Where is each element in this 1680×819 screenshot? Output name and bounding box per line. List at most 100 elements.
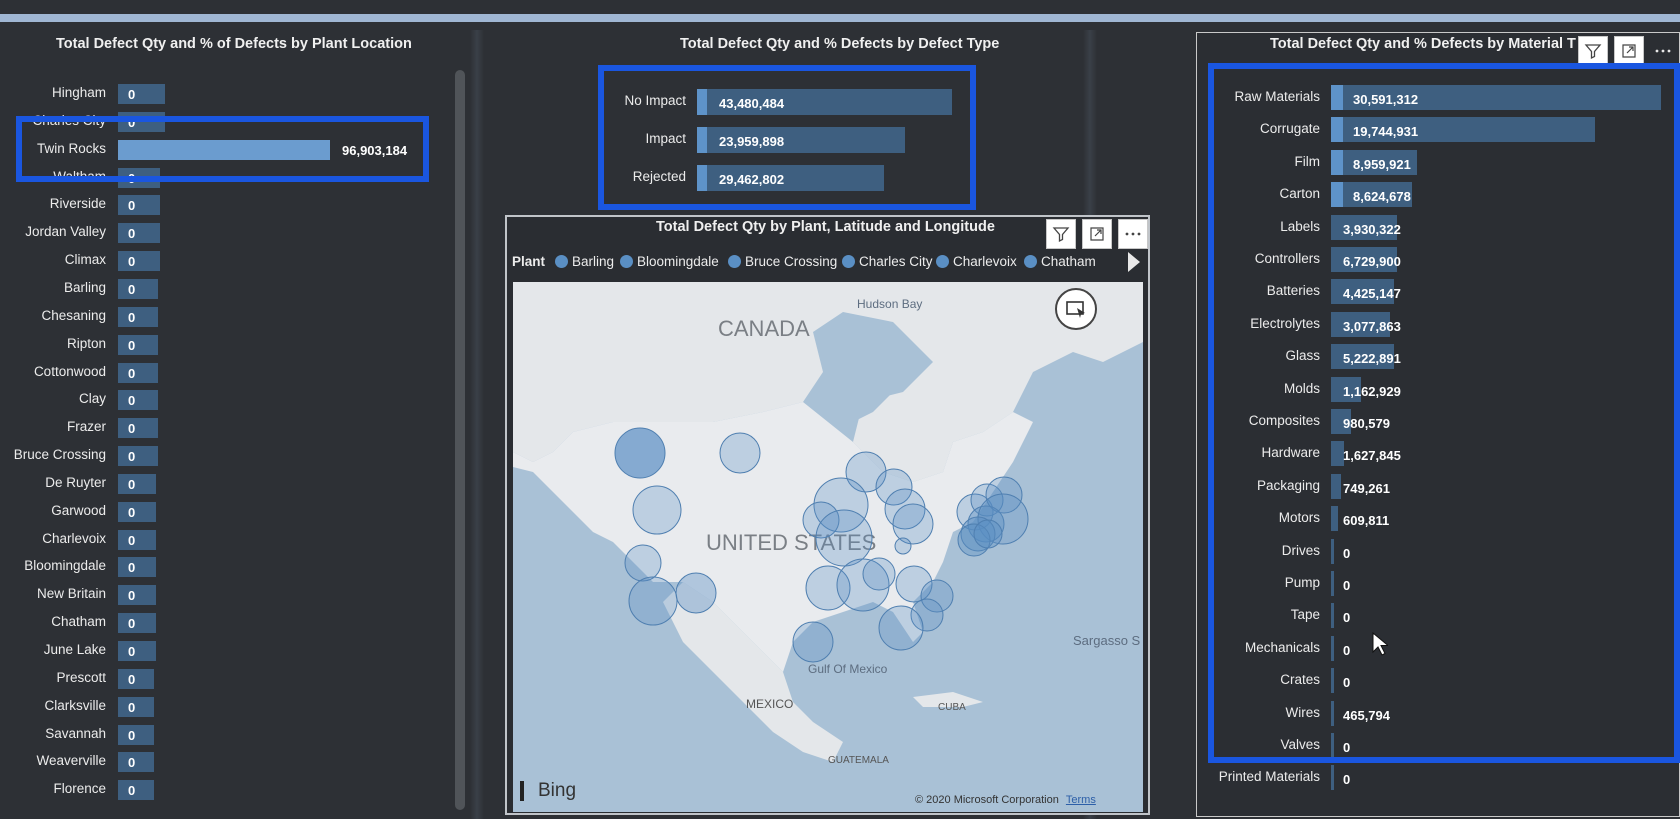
plant-row-label: Garwood	[51, 502, 106, 518]
plant-bar[interactable]	[118, 780, 155, 801]
plant-bar-value: 0	[128, 783, 136, 799]
plant-bar[interactable]	[118, 390, 159, 411]
plant-row-label: Hingham	[51, 85, 106, 100]
plant-bar-value: 0	[128, 476, 136, 492]
plant-row-label: Barling	[63, 279, 106, 295]
material-focus-mode-button[interactable]	[1614, 36, 1644, 66]
plant-bar[interactable]	[118, 585, 157, 606]
plant-bar[interactable]	[118, 473, 157, 494]
map-more-options-button[interactable]	[1118, 219, 1148, 249]
expand-icon	[1090, 227, 1104, 241]
plant-bar-value: 0	[128, 421, 136, 437]
plant-bubble[interactable]	[624, 544, 662, 582]
map-focus-mode-button[interactable]	[1082, 219, 1112, 249]
legend-item[interactable]: Bloomingdale	[620, 254, 719, 269]
plant-bubble[interactable]	[892, 503, 934, 545]
material-filter-button[interactable]	[1578, 36, 1608, 66]
plant-bar[interactable]	[118, 223, 161, 244]
plant-bar[interactable]	[118, 418, 159, 439]
plant-bar[interactable]	[118, 306, 159, 327]
legend-dot-icon	[555, 255, 568, 268]
legend-next-icon[interactable]	[1128, 252, 1140, 272]
legend-dot-icon	[936, 255, 949, 268]
plant-bubble[interactable]	[792, 621, 834, 663]
plant-bar[interactable]	[118, 752, 155, 773]
map-chart-title: Total Defect Qty by Plant, Latitude and …	[656, 219, 995, 235]
plant-bubble[interactable]	[894, 537, 912, 555]
plant-bubble[interactable]	[862, 557, 896, 591]
plant-row-label: Jordan Valley	[25, 224, 106, 240]
plant-bar-value: 0	[128, 671, 136, 687]
legend-dot-icon	[620, 255, 633, 268]
plant-bar[interactable]	[118, 251, 161, 272]
expand-icon	[1622, 44, 1636, 58]
plant-row-label: Chatham	[51, 614, 106, 630]
plant-bubble[interactable]	[878, 605, 924, 651]
plant-bar-value: 0	[128, 644, 136, 659]
plant-bubble[interactable]	[815, 509, 873, 567]
plant-row-label: Savannah	[45, 725, 106, 741]
plant-bar[interactable]	[118, 362, 159, 383]
material-row-label: Printed Materials	[1218, 769, 1320, 785]
legend-item-label: Barling	[572, 254, 615, 269]
legend-dot-icon	[1024, 255, 1037, 268]
mouse-cursor-icon	[1372, 631, 1390, 661]
map-bubbles	[614, 427, 1029, 663]
plant-bar-value: 0	[128, 337, 136, 353]
plant-bar[interactable]	[118, 613, 157, 634]
legend-item[interactable]: Charles City	[842, 254, 933, 269]
legend-item-label: Charlevoix	[953, 254, 1017, 269]
plant-row-label: New Britain	[36, 586, 106, 602]
plant-location-scrollbar[interactable]	[455, 70, 465, 810]
more-icon	[1655, 49, 1671, 53]
top-accent-bar	[0, 14, 1680, 22]
plant-bar-value: 0	[128, 449, 136, 465]
material-type-highlight-box	[1208, 63, 1680, 763]
plant-bar[interactable]	[118, 724, 155, 745]
plant-bubble[interactable]	[628, 576, 678, 626]
plant-bubble[interactable]	[719, 432, 761, 474]
plant-bar[interactable]	[118, 501, 157, 522]
legend-item[interactable]: Bruce Crossing	[728, 254, 837, 269]
legend-item[interactable]: Charlevoix	[936, 254, 1017, 269]
plant-bar[interactable]	[118, 529, 157, 550]
plant-bar-value: 0	[128, 699, 136, 715]
plant-bubble[interactable]	[632, 485, 682, 535]
plant-bar-value: 0	[128, 755, 136, 771]
plant-bar[interactable]	[118, 278, 159, 299]
more-icon	[1125, 232, 1141, 236]
plant-bar[interactable]	[118, 668, 155, 689]
map-legend-title: Plant	[512, 254, 546, 269]
plant-bar[interactable]	[118, 446, 159, 467]
plant-bar[interactable]	[118, 696, 155, 717]
legend-item[interactable]: Chatham	[1024, 254, 1096, 269]
plant-bar[interactable]	[118, 84, 165, 104]
material-bar-value: 0	[1343, 772, 1351, 788]
plant-bar-value: 0	[128, 281, 136, 297]
plant-row-label: Bloomingdale	[24, 558, 106, 574]
plant-bar-value: 0	[128, 504, 136, 520]
filter-icon	[1052, 227, 1070, 243]
legend-item-label: Bruce Crossing	[745, 254, 838, 269]
plant-bubble[interactable]	[973, 519, 1003, 549]
plant-bar[interactable]	[118, 557, 157, 578]
map-filter-button[interactable]	[1046, 219, 1076, 249]
material-bar[interactable]	[1331, 765, 1334, 791]
defect-type-highlight-box	[598, 65, 976, 210]
plant-bar[interactable]	[118, 641, 157, 661]
material-more-options-button[interactable]	[1648, 36, 1678, 66]
defect-type-chart-title: Total Defect Qty and % Defects by Defect…	[680, 36, 1000, 52]
legend-item-label: Bloomingdale	[637, 254, 719, 269]
plant-bubble[interactable]	[614, 427, 666, 479]
plant-bar-value: 0	[128, 87, 136, 102]
legend-dot-icon	[842, 255, 855, 268]
filter-icon	[1584, 44, 1602, 60]
plant-bubble[interactable]	[675, 572, 717, 614]
plant-bar-value: 0	[128, 532, 136, 548]
plant-row-label: Bruce Crossing	[13, 447, 106, 463]
legend-item[interactable]: Barling	[555, 254, 614, 269]
plant-row-label: Frazer	[66, 419, 106, 435]
plant-bar[interactable]	[118, 195, 161, 216]
plant-bar[interactable]	[118, 334, 159, 355]
plant-bar-value: 0	[128, 365, 136, 381]
